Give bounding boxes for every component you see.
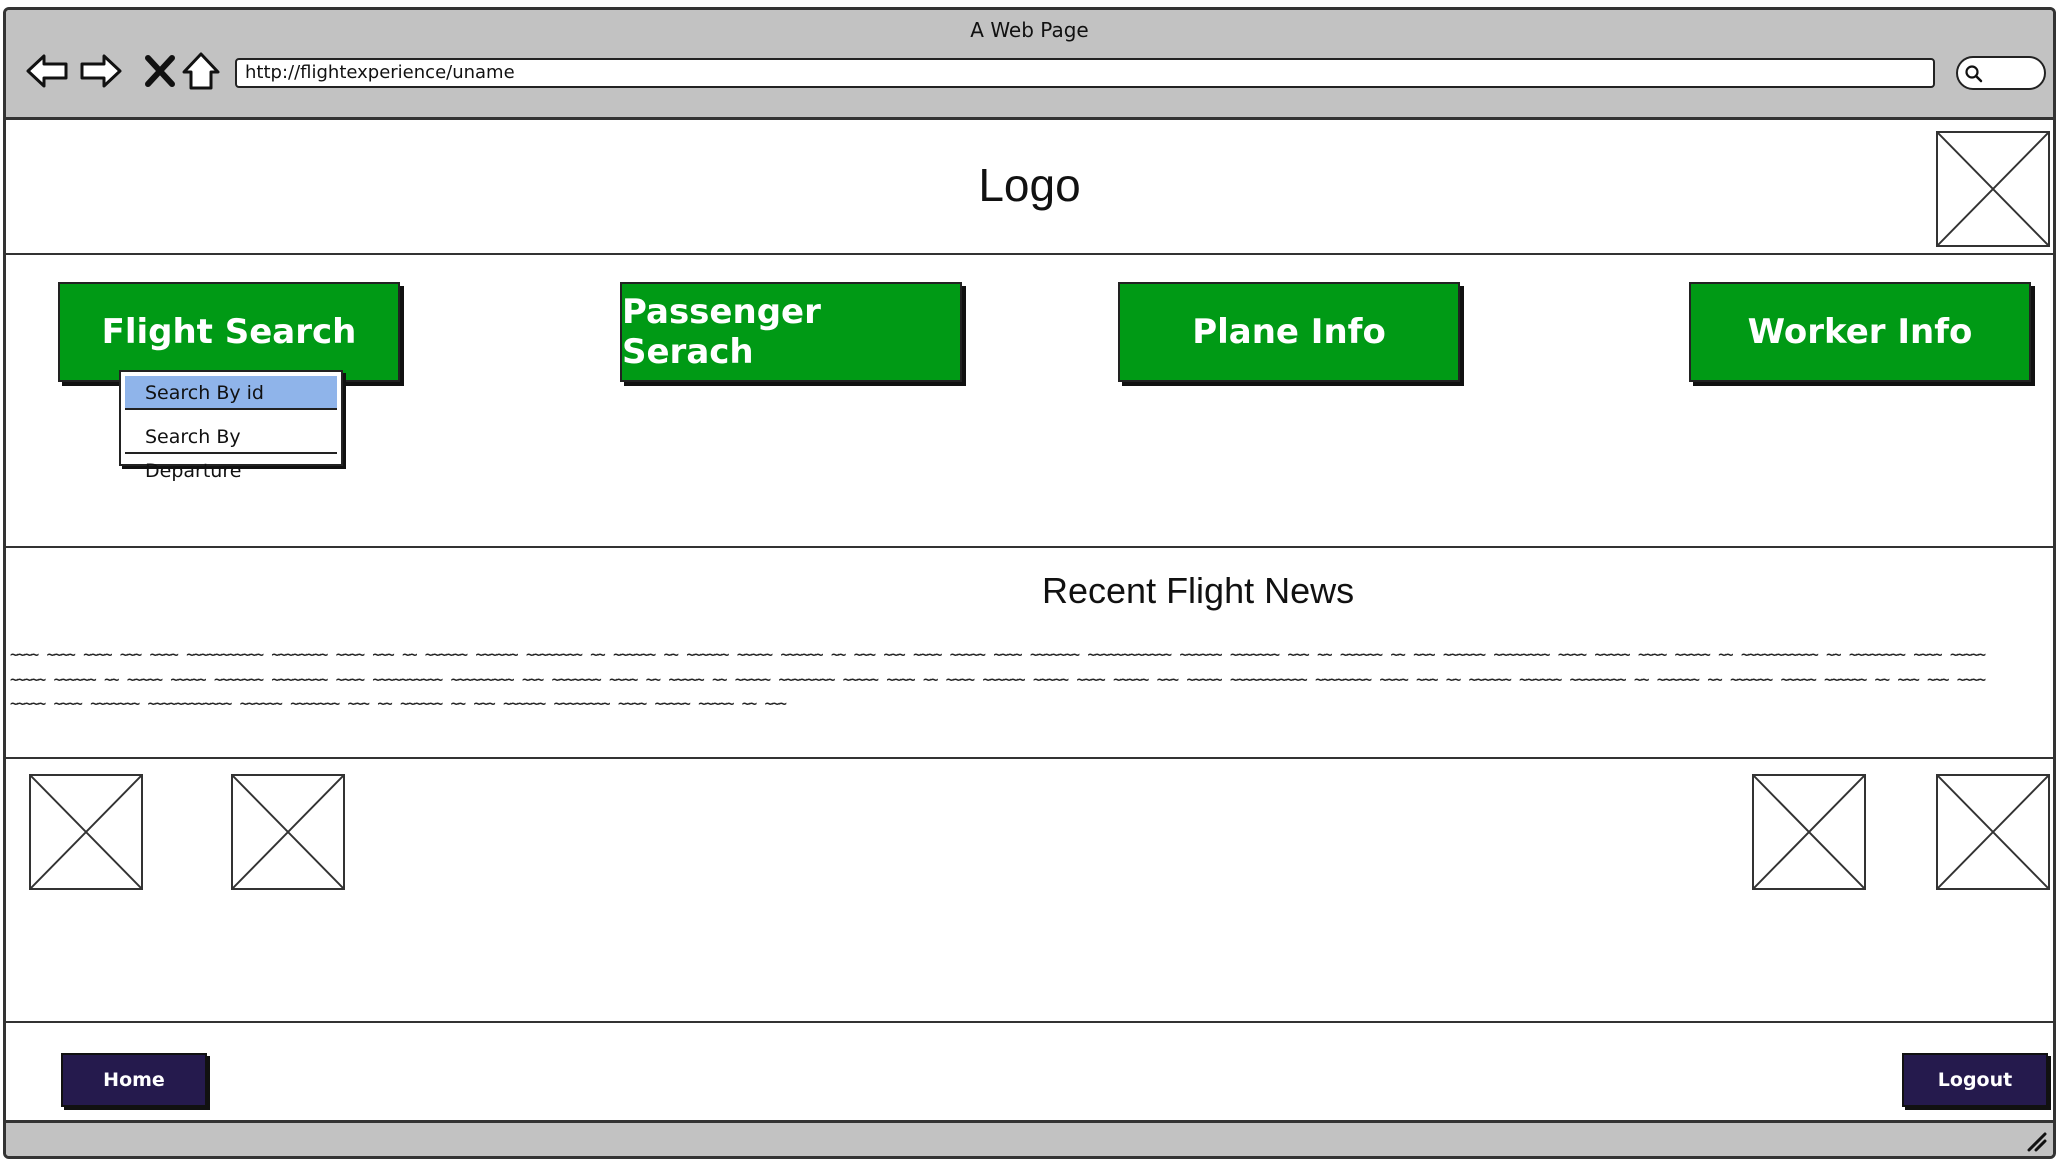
flight-search-button[interactable]: Flight Search [58,282,400,382]
window-title: A Web Page [970,18,1089,42]
worker-info-button[interactable]: Worker Info [1689,282,2031,382]
image-placeholder [231,774,345,890]
home-button[interactable]: Home [61,1053,207,1107]
flight-search-dropdown: Search By id Search By Departure [119,370,343,482]
search-icon [1965,65,1983,83]
dropdown-item-search-by-departure[interactable]: Search By Departure [125,420,337,482]
logout-button[interactable]: Logout [1902,1053,2048,1107]
divider [6,546,2053,548]
divider [6,253,2053,255]
image-placeholder [1936,774,2050,890]
logo-text: Logo [978,159,1081,211]
header-image-placeholder [1936,131,2050,247]
news-body-text: ~~~~ ~~~~ ~~~~ ~~~ ~~~~ ~~~~~~~~~~~ ~~~~… [10,647,1986,712]
divider [6,1021,2053,1023]
image-placeholder [1752,774,1866,890]
home-icon[interactable] [178,48,224,94]
passenger-search-button[interactable]: Passenger Serach [620,282,962,382]
resize-grip-icon[interactable] [2023,1128,2049,1154]
browser-window: A Web Page http://flightexperience/uname… [3,7,2056,1159]
browser-search-field[interactable] [1956,56,2046,90]
dropdown-item-search-by-id[interactable]: Search By id [125,376,337,410]
plane-info-button[interactable]: Plane Info [1118,282,1460,382]
back-arrow-icon[interactable] [24,48,70,94]
image-placeholder [29,774,143,890]
forward-arrow-icon[interactable] [78,48,124,94]
news-title: Recent Flight News [1042,570,1355,611]
status-bar [6,1120,2053,1156]
url-bar[interactable]: http://flightexperience/uname [235,58,1935,88]
browser-chrome: A Web Page http://flightexperience/uname [6,10,2053,120]
divider [6,757,2053,759]
